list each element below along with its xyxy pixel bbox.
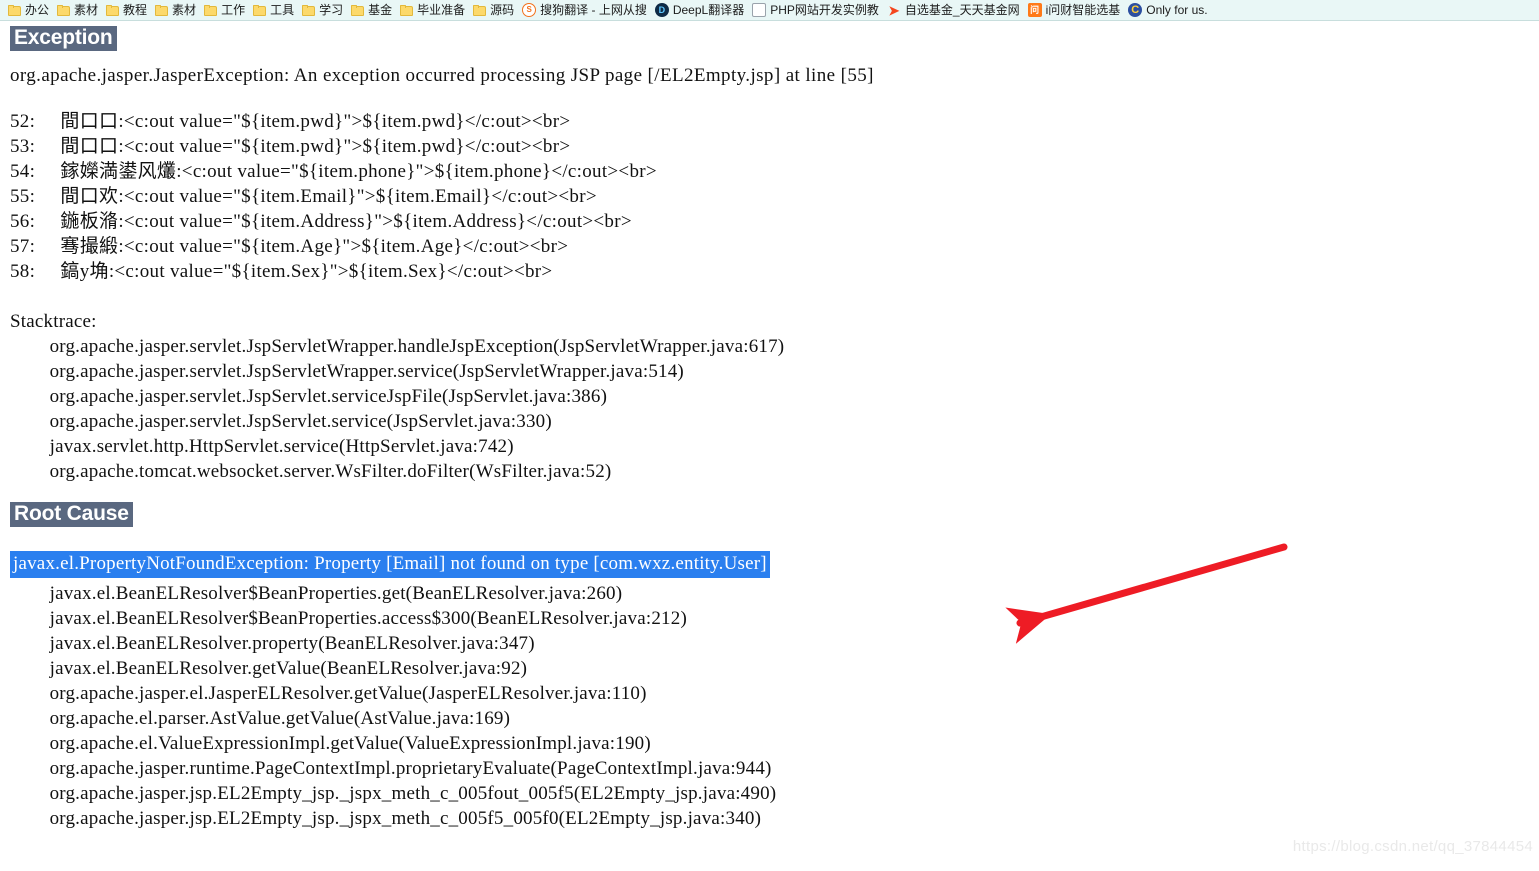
root-cause-message: javax.el.PropertyNotFoundException: Prop…: [10, 551, 770, 579]
bookmark-item-0[interactable]: 办公: [6, 1, 54, 20]
bookmark-label: 搜狗翻译 - 上网从搜: [540, 2, 647, 17]
bookmark-label: 工作: [221, 2, 246, 17]
sogou-icon: S: [522, 3, 537, 17]
bookmark-item-11[interactable]: D DeepL翻译器: [653, 1, 749, 20]
stacktrace-block: Stacktrace: org.apache.jasper.servlet.Js…: [10, 311, 785, 483]
error-page: Description The server encountered an un…: [0, 0, 1539, 871]
bookmark-label: 学习: [319, 2, 344, 17]
deepl-icon: D: [654, 3, 669, 17]
folder-icon: [57, 4, 71, 16]
bookmark-label: DeepL翻译器: [672, 2, 745, 17]
bookmark-item-6[interactable]: 学习: [300, 1, 348, 20]
bookmark-label: 工具: [270, 2, 295, 17]
jsp-source-snippet: 52: 間口口:<c:out value="${item.pwd}">${ite…: [10, 111, 657, 283]
folder-icon: [204, 4, 218, 16]
bookmark-label: 基金: [368, 2, 393, 17]
folder-icon: [400, 4, 414, 16]
bookmark-item-15[interactable]: C Only for us.: [1126, 1, 1212, 20]
bookmark-item-4[interactable]: 工作: [202, 1, 250, 20]
folder-icon: [106, 4, 120, 16]
bookmark-label: i问财智能选基: [1045, 2, 1121, 17]
bookmark-item-5[interactable]: 工具: [251, 1, 299, 20]
bookmark-label: 自选基金_天天基金网: [904, 2, 1020, 17]
folder-icon: [155, 4, 169, 16]
document-icon: [752, 3, 767, 17]
paper-plane-icon: ➤: [888, 2, 900, 18]
bookmark-item-14[interactable]: 问 i问财智能选基: [1026, 1, 1126, 20]
folder-icon: [351, 4, 365, 16]
bookmark-label: PHP网站开发实例教: [770, 2, 879, 17]
bookmark-item-12[interactable]: PHP网站开发实例教: [750, 1, 884, 20]
bookmark-item-8[interactable]: 毕业准备: [398, 1, 470, 20]
folder-icon: [473, 4, 487, 16]
bookmark-label: 源码: [490, 2, 515, 17]
error-page-content: Description The server encountered an un…: [10, 0, 1535, 831]
bookmark-item-2[interactable]: 教程: [104, 1, 152, 20]
bookmark-label: 教程: [123, 2, 148, 17]
folder-icon: [253, 4, 267, 16]
bookmark-item-7[interactable]: 基金: [349, 1, 397, 20]
root-cause-heading: Root Cause: [10, 502, 133, 528]
wencai-icon: 问: [1027, 3, 1042, 17]
bookmark-item-10[interactable]: S 搜狗翻译 - 上网从搜: [520, 1, 652, 20]
bookmark-label: 素材: [74, 2, 99, 17]
folder-icon: [8, 4, 21, 16]
root-cause-message-wrap: javax.el.PropertyNotFoundException: Prop…: [10, 529, 1535, 579]
root-cause-stack-block: javax.el.BeanELResolver$BeanProperties.g…: [49, 583, 777, 830]
pacman-icon: C: [1128, 3, 1143, 17]
bookmark-item-9[interactable]: 源码: [471, 1, 519, 20]
browser-bookmark-bar[interactable]: 办公 素材 教程 素材 工作 工具 学习 基金 毕业准备 源码 S 搜狗翻译 - 上网从搜 D DeepL…: [0, 0, 1539, 21]
bookmark-item-3[interactable]: 素材: [153, 1, 201, 20]
bookmark-label: 办公: [25, 2, 50, 17]
bookmark-item-13[interactable]: ➤ 自选基金_天天基金网: [885, 1, 1025, 20]
exception-message: org.apache.jasper.JasperException: An ex…: [10, 65, 874, 87]
folder-icon: [302, 4, 316, 16]
csdn-watermark: https://blog.csdn.net/qq_37844454: [1292, 838, 1533, 855]
exception-heading: Exception: [10, 26, 117, 52]
bookmark-label: 毕业准备: [417, 2, 466, 17]
bookmark-label: Only for us.: [1146, 2, 1208, 17]
bookmark-item-1[interactable]: 素材: [55, 1, 103, 20]
bookmark-label: 素材: [172, 2, 197, 17]
